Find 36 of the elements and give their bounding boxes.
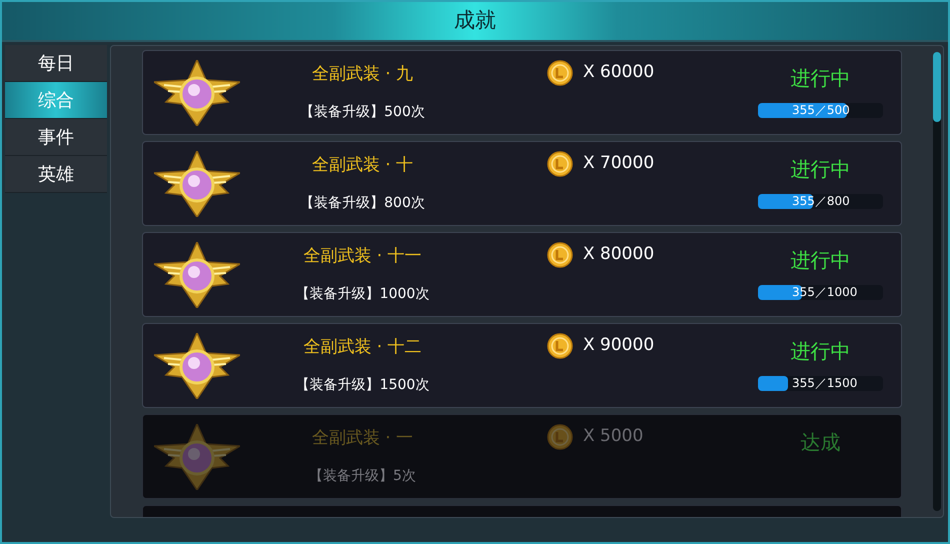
achievement-title: 全副武装 · 十二	[303, 336, 422, 360]
status-label: 进行中	[790, 156, 850, 183]
achievement-title: 全副武装 · 一	[312, 427, 414, 450]
achievement-title: 全副武装 · 十	[312, 154, 414, 178]
winged-star-badge-icon	[154, 150, 240, 216]
achievement-title: 全副武装 · 十一	[303, 245, 422, 268]
status-label: 达成	[800, 429, 840, 456]
winged-star-badge-icon	[154, 424, 240, 490]
progress-reading: 355／1500	[792, 376, 858, 391]
achievement-requirement: 【装备升级】800次	[300, 194, 425, 213]
winged-star-badge-icon	[154, 242, 240, 308]
coin-icon	[547, 151, 573, 177]
achievement-requirement: 【装备升级】1000次	[296, 284, 430, 304]
winged-star-badge-icon	[154, 332, 240, 398]
coin-icon	[547, 424, 573, 450]
achievement-title: 全副武装 · 九	[312, 63, 414, 86]
status-label: 进行中	[790, 338, 850, 365]
reward-amount: X 70000	[583, 152, 654, 176]
sidebar-tab[interactable]: 每日	[5, 45, 107, 82]
achievement-requirement: 【装备升级】5次	[309, 466, 416, 486]
coin-icon	[547, 333, 573, 359]
reward-amount: X 60000	[583, 61, 654, 84]
status-label: 进行中	[790, 247, 850, 274]
sidebar-tab[interactable]: 英雄	[5, 156, 107, 193]
sidebar-tab[interactable]: 事件	[5, 119, 107, 156]
achievement-requirement: 【装备升级】1500次	[296, 376, 430, 395]
coin-icon	[547, 242, 573, 268]
window-title: 成就	[454, 7, 496, 34]
winged-star-badge-icon	[154, 60, 240, 126]
coin-icon	[547, 60, 573, 86]
reward-amount: X 5000	[583, 425, 644, 448]
achievement-requirement: 【装备升级】500次	[300, 102, 425, 122]
scrollbar[interactable]	[933, 52, 941, 511]
status-label: 进行中	[790, 65, 850, 92]
reward-amount: X 90000	[583, 334, 654, 358]
reward-amount: X 80000	[583, 243, 654, 266]
